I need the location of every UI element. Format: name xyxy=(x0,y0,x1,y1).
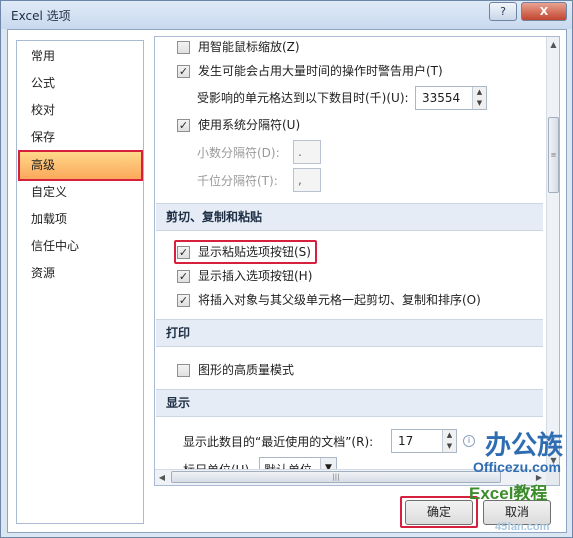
nav-item-resources[interactable]: 资源 xyxy=(18,260,142,286)
nav-item-label: 公式 xyxy=(31,76,56,90)
scroll-corner xyxy=(546,469,559,485)
vertical-scrollbar[interactable]: ▲ ≡ ▼ xyxy=(546,37,559,469)
thousands-separator-input[interactable]: , xyxy=(293,168,321,192)
spinner-value: 17 xyxy=(398,434,414,448)
chevron-down-icon[interactable]: ▼ xyxy=(443,441,456,452)
close-icon: X xyxy=(539,5,549,18)
horizontal-scrollbar[interactable]: ◀ ||| ▶ xyxy=(155,469,546,485)
recent-documents-label: 显示此数目的“最近使用的文档”(R): xyxy=(183,435,374,449)
nav-item-label: 保存 xyxy=(31,130,56,144)
checkbox-checked[interactable]: ✓ xyxy=(177,270,190,283)
scroll-thumb[interactable]: ||| xyxy=(171,471,501,483)
section-title: 打印 xyxy=(166,326,191,340)
excel-options-dialog: Excel 选项 ? X 常用 公式 校对 保存 高级 自定义 加载项 信任中心… xyxy=(0,0,573,538)
nav-item-save[interactable]: 保存 xyxy=(18,124,142,150)
close-button[interactable]: X xyxy=(521,2,567,21)
spinner-value: 33554 xyxy=(422,91,461,105)
nav-item-addins[interactable]: 加载项 xyxy=(18,206,142,232)
option-label: 图形的高质量模式 xyxy=(198,363,295,377)
thousands-separator-label: 千位分隔符(T): xyxy=(197,174,278,188)
checkbox-unchecked[interactable] xyxy=(177,364,190,377)
window-title: Excel 选项 xyxy=(11,9,71,23)
scroll-right-icon[interactable]: ▶ xyxy=(532,470,546,485)
decimal-separator-value: . xyxy=(298,145,302,159)
nav-item-proofing[interactable]: 校对 xyxy=(18,97,142,123)
decimal-separator-input[interactable]: . xyxy=(293,140,321,164)
option-label: 用智能鼠标缩放(Z) xyxy=(198,40,300,54)
help-icon: ? xyxy=(500,5,506,18)
option-label: 使用系统分隔符(U) xyxy=(198,118,301,132)
category-nav: 常用 公式 校对 保存 高级 自定义 加载项 信任中心 资源 xyxy=(16,40,144,524)
checkbox-unchecked[interactable] xyxy=(177,41,190,54)
option-label: 发生可能会占用大量时间的操作时警告用户(T) xyxy=(198,64,443,78)
chevron-up-icon[interactable]: ▲ xyxy=(443,430,456,441)
nav-item-formulas[interactable]: 公式 xyxy=(18,70,142,96)
checkbox-checked[interactable]: ✓ xyxy=(177,65,190,78)
ok-button-label: 确定 xyxy=(426,505,451,519)
checkbox-checked[interactable]: ✓ xyxy=(177,119,190,132)
dialog-body: 常用 公式 校对 保存 高级 自定义 加载项 信任中心 资源 用智能鼠标缩放(Z… xyxy=(7,29,567,533)
ok-button[interactable]: 确定 xyxy=(405,500,473,525)
nav-item-label: 加载项 xyxy=(31,212,68,226)
section-header-cut-copy-paste: 剪切、复制和粘贴 xyxy=(156,203,543,231)
nav-item-label: 高级 xyxy=(31,158,56,172)
nav-item-label: 信任中心 xyxy=(31,239,80,253)
cells-affected-spinner[interactable]: 33554 ▲ ▼ xyxy=(415,86,487,110)
spinner-arrows[interactable]: ▲ ▼ xyxy=(442,430,456,452)
nav-item-label: 自定义 xyxy=(31,185,68,199)
recent-documents-spinner[interactable]: 17 ▲ ▼ xyxy=(391,429,457,453)
help-button[interactable]: ? xyxy=(489,2,517,21)
option-label: 显示插入选项按钮(H) xyxy=(198,269,313,283)
scroll-thumb[interactable]: ≡ xyxy=(548,117,559,193)
section-title: 显示 xyxy=(166,396,191,410)
decimal-separator-label: 小数分隔符(D): xyxy=(197,146,280,160)
nav-item-label: 校对 xyxy=(31,103,56,117)
advanced-options-pane: 用智能鼠标缩放(Z) ✓ 发生可能会占用大量时间的操作时警告用户(T) 受影响的… xyxy=(154,36,560,486)
chevron-down-icon[interactable]: ▼ xyxy=(473,98,486,109)
title-bar: Excel 选项 ? X xyxy=(1,1,572,29)
nav-item-trust-center[interactable]: 信任中心 xyxy=(18,233,142,259)
scroll-left-icon[interactable]: ◀ xyxy=(155,470,169,485)
checkbox-checked[interactable]: ✓ xyxy=(177,246,190,259)
spinner-arrows[interactable]: ▲ ▼ xyxy=(472,87,486,109)
info-icon[interactable]: i xyxy=(463,435,475,447)
checkbox-checked[interactable]: ✓ xyxy=(177,294,190,307)
thousands-separator-value: , xyxy=(298,173,302,187)
section-title: 剪切、复制和粘贴 xyxy=(166,210,263,224)
section-header-print: 打印 xyxy=(156,319,543,347)
option-label: 显示粘贴选项按钮(S) xyxy=(198,245,311,259)
cancel-button[interactable]: 取消 xyxy=(483,500,551,525)
scroll-up-icon[interactable]: ▲ xyxy=(547,37,559,53)
scroll-down-icon[interactable]: ▼ xyxy=(547,453,559,469)
nav-item-label: 常用 xyxy=(31,49,56,63)
cells-affected-label: 受影响的单元格达到以下数目时(千)(U): xyxy=(197,91,409,105)
cancel-button-label: 取消 xyxy=(504,505,529,519)
nav-item-label: 资源 xyxy=(31,266,56,280)
option-label: 将插入对象与其父级单元格一起剪切、复制和排序(O) xyxy=(198,293,481,307)
nav-item-customize[interactable]: 自定义 xyxy=(18,179,142,205)
chevron-up-icon[interactable]: ▲ xyxy=(473,87,486,98)
nav-item-common[interactable]: 常用 xyxy=(18,43,142,69)
section-header-display: 显示 xyxy=(156,389,543,417)
nav-item-advanced[interactable]: 高级 xyxy=(18,150,143,181)
